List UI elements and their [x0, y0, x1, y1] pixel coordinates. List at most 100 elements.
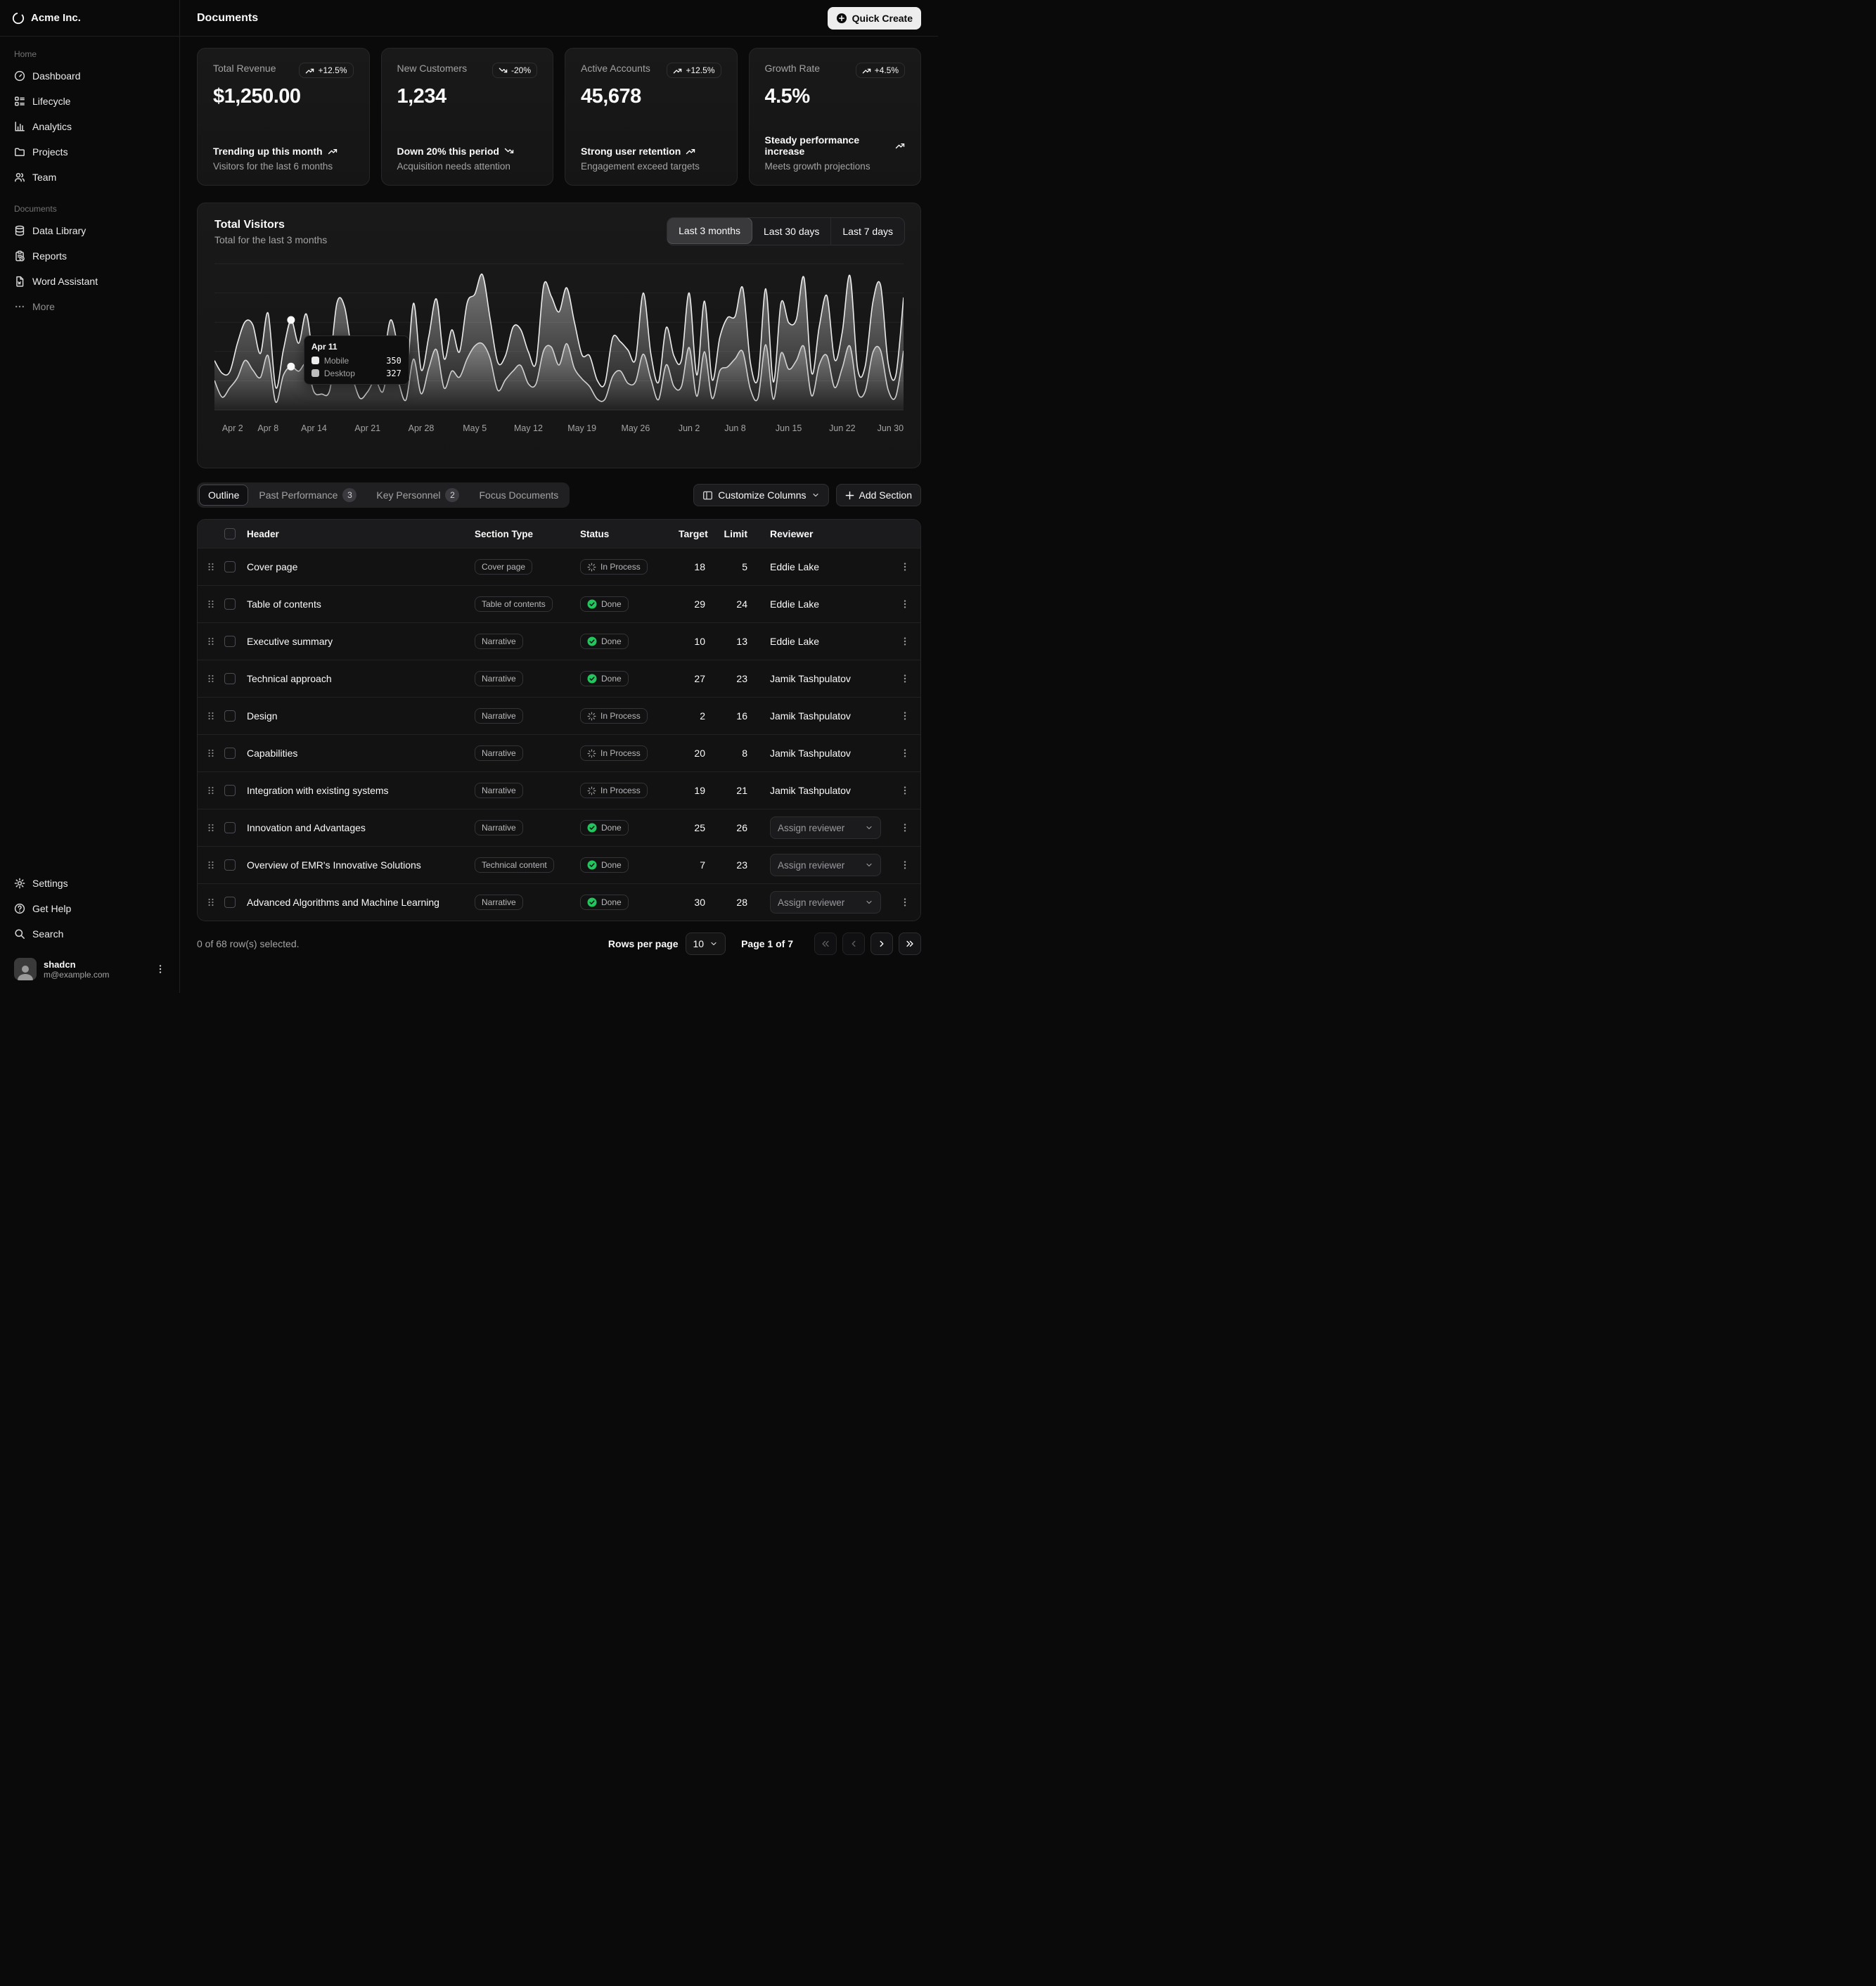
row-menu-button[interactable] — [895, 855, 915, 875]
row-menu-button[interactable] — [895, 557, 915, 577]
row-header-link[interactable]: Overview of EMR's Innovative Solutions — [247, 859, 475, 871]
range-last-30-days[interactable]: Last 30 days — [752, 218, 831, 245]
target-value[interactable]: 30 — [679, 897, 721, 908]
tab-past-performance[interactable]: Past Performance3 — [250, 485, 366, 506]
row-header-link[interactable]: Capabilities — [247, 748, 475, 759]
row-menu-button[interactable] — [895, 632, 915, 651]
limit-value[interactable]: 8 — [721, 748, 763, 759]
limit-value[interactable]: 21 — [721, 785, 763, 796]
kebab-icon[interactable] — [155, 964, 165, 974]
row-header-link[interactable]: Cover page — [247, 561, 475, 572]
assign-reviewer-select[interactable]: Assign reviewer — [770, 816, 881, 839]
sidebar-item-word-assistant[interactable]: Word Assistant — [8, 270, 171, 293]
row-menu-button[interactable] — [895, 743, 915, 763]
limit-value[interactable]: 5 — [721, 561, 763, 572]
next-page-button[interactable] — [870, 933, 893, 955]
row-checkbox[interactable] — [224, 636, 236, 647]
column-target[interactable]: Target — [679, 528, 721, 539]
column-header[interactable]: Header — [247, 529, 475, 539]
row-header-link[interactable]: Executive summary — [247, 636, 475, 647]
limit-value[interactable]: 23 — [721, 859, 763, 871]
area-chart[interactable]: Apr 2Apr 8Apr 14Apr 21Apr 28May 5May 12M… — [214, 258, 904, 444]
last-page-button[interactable] — [899, 933, 921, 955]
sidebar-item-lifecycle[interactable]: Lifecycle — [8, 90, 171, 113]
limit-value[interactable]: 28 — [721, 897, 763, 908]
row-header-link[interactable]: Table of contents — [247, 598, 475, 610]
row-menu-button[interactable] — [895, 706, 915, 726]
row-checkbox[interactable] — [224, 822, 236, 833]
drag-handle[interactable] — [198, 710, 224, 722]
row-header-link[interactable]: Integration with existing systems — [247, 785, 475, 796]
sidebar-item-search[interactable]: Search — [8, 923, 171, 945]
target-value[interactable]: 10 — [679, 636, 721, 647]
row-checkbox[interactable] — [224, 897, 236, 908]
row-checkbox[interactable] — [224, 561, 236, 572]
first-page-button[interactable] — [814, 933, 837, 955]
limit-value[interactable]: 26 — [721, 822, 763, 833]
customize-columns-button[interactable]: Customize Columns — [693, 484, 828, 506]
target-value[interactable]: 7 — [679, 859, 721, 871]
rows-per-page-select[interactable]: 10 — [686, 933, 726, 955]
row-checkbox[interactable] — [224, 859, 236, 871]
row-checkbox[interactable] — [224, 598, 236, 610]
range-last-7-days[interactable]: Last 7 days — [831, 218, 904, 245]
row-menu-button[interactable] — [895, 818, 915, 838]
row-menu-button[interactable] — [895, 669, 915, 688]
drag-handle[interactable] — [198, 636, 224, 647]
sidebar-item-reports[interactable]: Reports — [8, 245, 171, 267]
sidebar-item-more[interactable]: More — [8, 295, 171, 318]
column-reviewer[interactable]: Reviewer — [763, 528, 889, 539]
limit-value[interactable]: 13 — [721, 636, 763, 647]
row-menu-button[interactable] — [895, 892, 915, 912]
sidebar-item-settings[interactable]: Settings — [8, 872, 171, 895]
drag-handle[interactable] — [198, 673, 224, 684]
sidebar-item-dashboard[interactable]: Dashboard — [8, 65, 171, 87]
sidebar-item-team[interactable]: Team — [8, 166, 171, 188]
range-last-3-months[interactable]: Last 3 months — [667, 217, 752, 244]
assign-reviewer-select[interactable]: Assign reviewer — [770, 891, 881, 914]
column-status[interactable]: Status — [580, 529, 679, 539]
drag-handle[interactable] — [198, 748, 224, 759]
target-value[interactable]: 18 — [679, 561, 721, 572]
column-limit[interactable]: Limit — [721, 528, 763, 539]
target-value[interactable]: 29 — [679, 598, 721, 610]
tab-outline[interactable]: Outline — [199, 485, 248, 506]
drag-handle[interactable] — [198, 822, 224, 833]
target-value[interactable]: 20 — [679, 748, 721, 759]
drag-handle[interactable] — [198, 598, 224, 610]
add-section-button[interactable]: Add Section — [836, 484, 922, 506]
row-header-link[interactable]: Technical approach — [247, 673, 475, 684]
row-checkbox[interactable] — [224, 785, 236, 796]
select-all-checkbox[interactable] — [224, 528, 236, 539]
row-header-link[interactable]: Innovation and Advantages — [247, 822, 475, 833]
row-checkbox[interactable] — [224, 748, 236, 759]
limit-value[interactable]: 16 — [721, 710, 763, 722]
sidebar-item-data-library[interactable]: Data Library — [8, 219, 171, 242]
limit-value[interactable]: 24 — [721, 598, 763, 610]
sidebar-item-get-help[interactable]: Get Help — [8, 897, 171, 920]
target-value[interactable]: 2 — [679, 710, 721, 722]
drag-handle[interactable] — [198, 785, 224, 796]
row-header-link[interactable]: Advanced Algorithms and Machine Learning — [247, 897, 475, 908]
row-header-link[interactable]: Design — [247, 710, 475, 722]
quick-create-button[interactable]: Quick Create — [828, 7, 921, 30]
target-value[interactable]: 27 — [679, 673, 721, 684]
target-value[interactable]: 25 — [679, 822, 721, 833]
row-checkbox[interactable] — [224, 710, 236, 722]
row-checkbox[interactable] — [224, 673, 236, 684]
assign-reviewer-select[interactable]: Assign reviewer — [770, 854, 881, 876]
row-menu-button[interactable] — [895, 594, 915, 614]
limit-value[interactable]: 23 — [721, 673, 763, 684]
drag-handle[interactable] — [198, 859, 224, 871]
sidebar-item-analytics[interactable]: Analytics — [8, 115, 171, 138]
previous-page-button[interactable] — [842, 933, 865, 955]
drag-handle[interactable] — [198, 561, 224, 572]
row-menu-button[interactable] — [895, 781, 915, 800]
tab-key-personnel[interactable]: Key Personnel2 — [367, 485, 468, 506]
user-menu[interactable]: shadcn m@example.com — [8, 954, 171, 985]
drag-handle[interactable] — [198, 897, 224, 908]
target-value[interactable]: 19 — [679, 785, 721, 796]
tab-focus-documents[interactable]: Focus Documents — [470, 485, 567, 506]
sidebar-item-projects[interactable]: Projects — [8, 141, 171, 163]
column-section-type[interactable]: Section Type — [475, 529, 580, 539]
